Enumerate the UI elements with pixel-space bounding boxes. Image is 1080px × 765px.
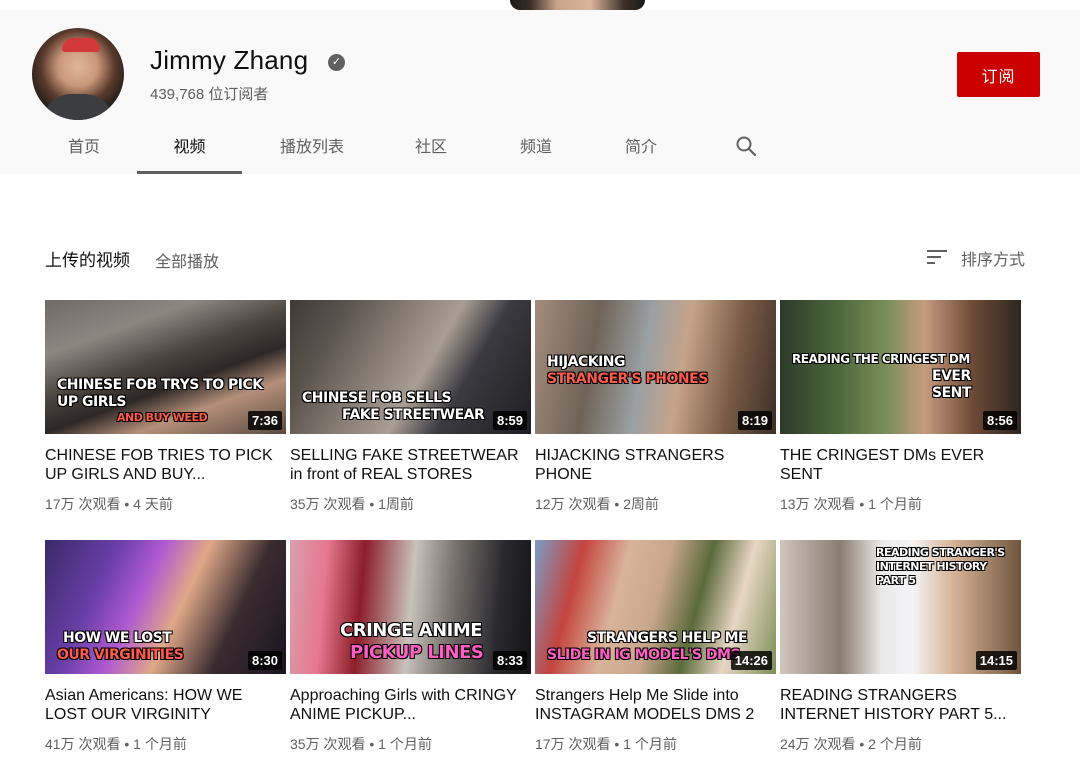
avatar-shirt xyxy=(42,94,114,120)
tab-videos[interactable]: 视频 xyxy=(137,122,242,174)
video-thumbnail[interactable]: READING STRANGER'S INTERNET HISTORY PART… xyxy=(780,540,1021,674)
video-thumbnail[interactable]: HOW WE LOST OUR VIRGINITIES 8:30 xyxy=(45,540,286,674)
tab-playlists[interactable]: 播放列表 xyxy=(252,122,372,174)
video-card[interactable]: READING THE CRINGEST DM EVER SENT 8:56 T… xyxy=(780,300,1021,514)
channel-banner xyxy=(0,0,1080,10)
video-title[interactable]: THE CRINGEST DMs EVER SENT xyxy=(780,446,1021,484)
thumbnail-overlay-text: HIJACKING STRANGER'S PHONES xyxy=(535,354,776,398)
video-meta: 35万 次观看 • 1周前 xyxy=(290,496,414,512)
video-duration: 8:59 xyxy=(492,411,527,430)
section-title: 上传的视频 xyxy=(45,251,130,270)
avatar[interactable] xyxy=(32,28,124,120)
play-all-link[interactable]: 全部播放 xyxy=(155,248,219,272)
video-duration: 14:15 xyxy=(975,651,1017,670)
thumbnail-caption-line: STRANGER'S PHONES xyxy=(547,371,708,387)
thumbnail-caption-line: CHINESE FOB TRYS TO PICK UP GIRLS xyxy=(57,377,263,410)
video-card[interactable]: HOW WE LOST OUR VIRGINITIES 8:30 Asian A… xyxy=(45,540,286,754)
video-thumbnail[interactable]: READING THE CRINGEST DM EVER SENT 8:56 xyxy=(780,300,1021,434)
video-card[interactable]: CRINGE ANIME PICKUP LINES 8:33 Approachi… xyxy=(290,540,531,754)
thumbnail-caption-line: CRINGE ANIME xyxy=(340,620,483,641)
video-title[interactable]: READING STRANGERS INTERNET HISTORY PART … xyxy=(780,686,1021,724)
avatar-cap xyxy=(62,38,100,52)
video-thumbnail[interactable]: STRANGERS HELP ME SLIDE IN IG MODEL'S DM… xyxy=(535,540,776,674)
tab-about[interactable]: 简介 xyxy=(591,122,691,174)
sort-icon[interactable] xyxy=(926,247,948,267)
thumbnail-caption-line: HOW WE LOST xyxy=(63,630,172,646)
video-title[interactable]: Asian Americans: HOW WE LOST OUR VIRGINI… xyxy=(45,686,286,724)
video-meta: 24万 次观看 • 2 个月前 xyxy=(780,736,922,752)
video-title[interactable]: Approaching Girls with CRINGY ANIME PICK… xyxy=(290,686,531,724)
thumbnail-caption-line: HIJACKING xyxy=(547,354,626,370)
thumbnail-caption-line: STRANGERS HELP ME xyxy=(587,630,748,646)
thumbnail-caption-line: READING THE CRINGEST DM xyxy=(792,352,970,366)
thumbnail-caption-line: CHINESE FOB SELLS xyxy=(302,390,452,406)
tab-home[interactable]: 首页 xyxy=(31,122,137,174)
video-duration: 7:36 xyxy=(247,411,282,430)
video-thumbnail[interactable]: CHINESE FOB SELLS FAKE STREETWEAR 8:59 xyxy=(290,300,531,434)
video-meta: 35万 次观看 • 1 个月前 xyxy=(290,736,432,752)
channel-header: Jimmy Zhang ✓ 439,768 位订阅者 订阅 首页 视频 播放列表… xyxy=(0,10,1080,174)
video-duration: 8:30 xyxy=(247,651,282,670)
video-meta: 13万 次观看 • 1 个月前 xyxy=(780,496,922,512)
video-card[interactable]: STRANGERS HELP ME SLIDE IN IG MODEL'S DM… xyxy=(535,540,776,754)
banner-image xyxy=(510,0,645,10)
tab-channels[interactable]: 频道 xyxy=(486,122,586,174)
video-duration: 14:26 xyxy=(730,651,772,670)
video-title[interactable]: Strangers Help Me Slide into INSTAGRAM M… xyxy=(535,686,776,724)
search-icon[interactable] xyxy=(734,134,758,158)
video-title[interactable]: HIJACKING STRANGERS PHONE xyxy=(535,446,776,484)
channel-name: Jimmy Zhang xyxy=(150,45,309,75)
video-duration: 8:19 xyxy=(737,411,772,430)
thumbnail-overlay-text: READING THE CRINGEST DM EVER SENT xyxy=(780,351,1021,412)
subscriber-count: 439,768 位订阅者 xyxy=(150,86,269,103)
video-meta: 12万 次观看 • 2周前 xyxy=(535,496,659,512)
video-duration: 8:56 xyxy=(982,411,1017,430)
video-meta: 17万 次观看 • 4 天前 xyxy=(45,496,173,512)
video-meta: 41万 次观看 • 1 个月前 xyxy=(45,736,187,752)
video-meta: 17万 次观看 • 1 个月前 xyxy=(535,736,677,752)
subscribe-button[interactable]: 订阅 xyxy=(957,52,1040,97)
tab-community[interactable]: 社区 xyxy=(381,122,481,174)
video-thumbnail[interactable]: CHINESE FOB TRYS TO PICK UP GIRLS AND BU… xyxy=(45,300,286,434)
thumbnail-caption-line: FAKE STREETWEAR xyxy=(342,407,485,423)
thumbnail-caption-line: EVER SENT xyxy=(932,368,971,401)
video-thumbnail[interactable]: HIJACKING STRANGER'S PHONES 8:19 xyxy=(535,300,776,434)
thumbnail-caption-line: READING STRANGER'S xyxy=(876,546,1005,559)
verified-icon: ✓ xyxy=(328,54,345,71)
video-thumbnail[interactable]: CRINGE ANIME PICKUP LINES 8:33 xyxy=(290,540,531,674)
video-title[interactable]: SELLING FAKE STREETWEAR in front of REAL… xyxy=(290,446,531,484)
thumbnail-caption-line: INTERNET HISTORY PART 5 xyxy=(876,560,987,587)
thumbnail-caption-line: OUR VIRGINITIES xyxy=(57,647,184,663)
thumbnail-overlay-text: READING STRANGER'S INTERNET HISTORY PART… xyxy=(780,546,1021,598)
thumbnail-caption-line: AND BUY WEED xyxy=(117,411,208,424)
video-duration: 8:33 xyxy=(492,651,527,670)
video-card[interactable]: READING STRANGER'S INTERNET HISTORY PART… xyxy=(780,540,1021,754)
video-card[interactable]: HIJACKING STRANGER'S PHONES 8:19 HIJACKI… xyxy=(535,300,776,514)
video-card[interactable]: CHINESE FOB SELLS FAKE STREETWEAR 8:59 S… xyxy=(290,300,531,514)
video-card[interactable]: CHINESE FOB TRYS TO PICK UP GIRLS AND BU… xyxy=(45,300,286,514)
sort-button[interactable]: 排序方式 xyxy=(961,246,1025,270)
video-title[interactable]: CHINESE FOB TRIES TO PICK UP GIRLS AND B… xyxy=(45,446,286,484)
